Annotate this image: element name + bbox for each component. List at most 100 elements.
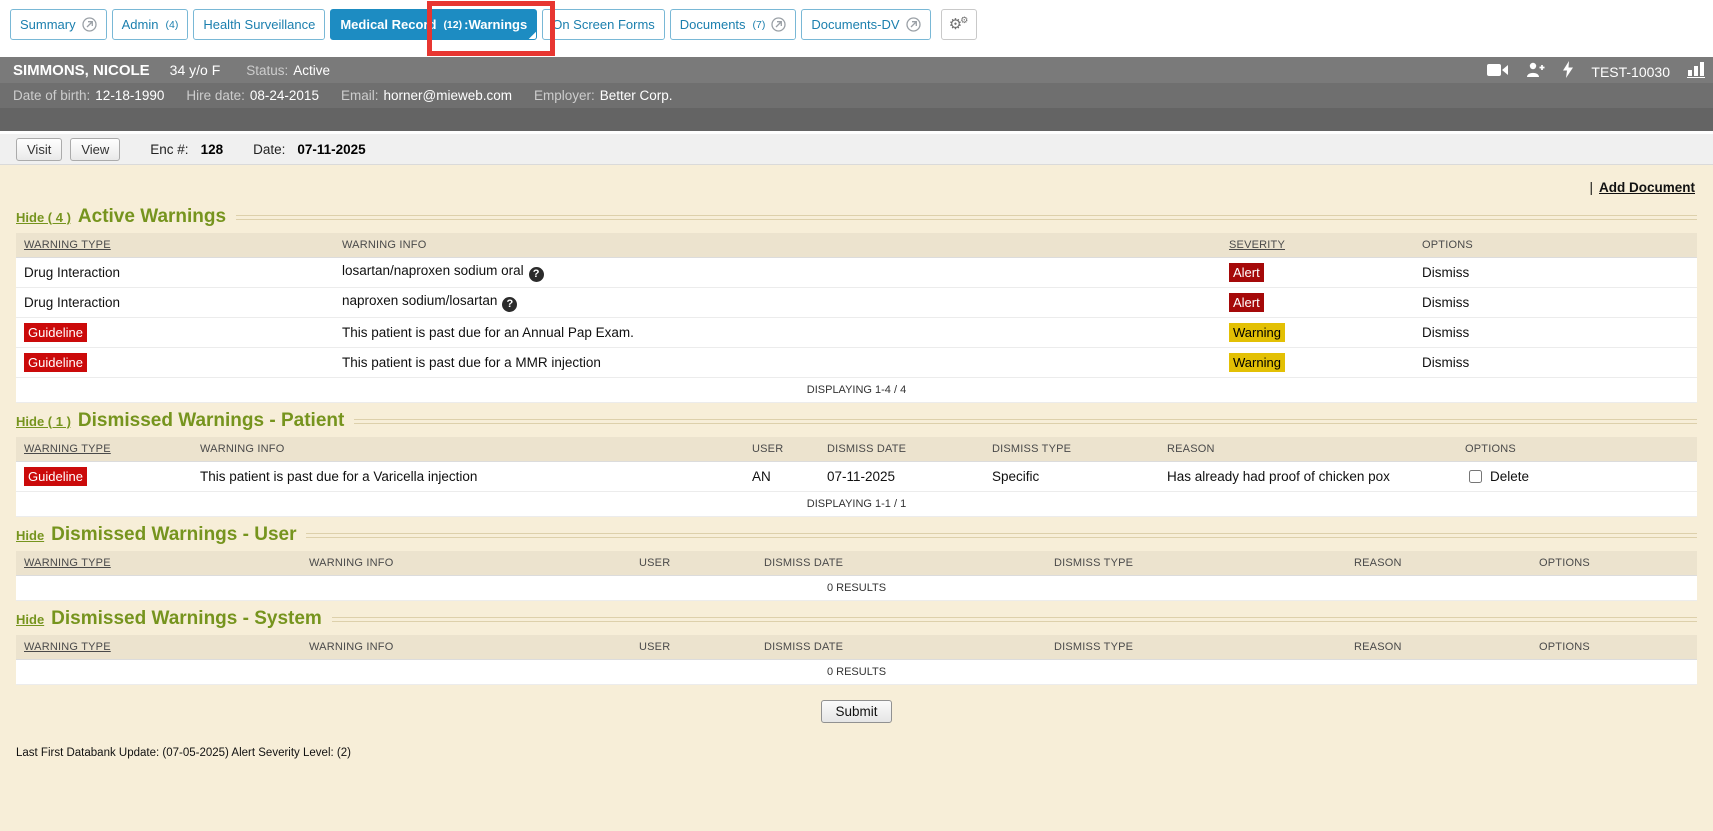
severity-cell: Warning [1221,318,1414,348]
empty-results-row: 0 RESULTS [16,660,1697,685]
results-count: 0 RESULTS [16,660,1697,685]
add-document-row: | Add Document [16,165,1697,199]
user-cell: AN [744,462,819,492]
lightning-icon[interactable] [1562,61,1574,83]
table-row: Drug Interaction naproxen sodium/losarta… [16,288,1697,318]
tab-documents-dv[interactable]: Documents-DV [801,9,930,40]
column-header-warning-type[interactable]: WARNING TYPE [16,635,301,660]
column-header-options: OPTIONS [1414,233,1697,258]
column-header-warning-type[interactable]: WARNING TYPE [16,437,192,462]
tab-health-surveillance[interactable]: Health Surveillance [193,9,325,40]
hire-date-value: 08-24-2015 [250,88,319,103]
visit-date-label: Date: [253,142,285,157]
column-header-severity[interactable]: SEVERITY [1221,233,1414,258]
bar-chart-icon[interactable] [1687,61,1707,83]
column-header-dismiss-date: DISMISS DATE [756,551,1046,576]
patient-header-icons: TEST-10030 [1487,61,1707,83]
column-header-warning-info: WARNING INFO [334,233,1221,258]
column-header-user: USER [631,635,756,660]
header-rule [236,215,1697,220]
hide-dismissed-system-link[interactable]: Hide [16,612,44,627]
severity-badge-warning: Warning [1229,323,1285,342]
separator: | [1589,180,1593,195]
column-header-warning-info: WARNING INFO [301,635,631,660]
encounter-label: Enc #: [150,142,188,157]
section-title: Dismissed Warnings - System [51,608,322,630]
submit-row: Submit [16,700,1697,723]
email-label: Email: [341,88,379,103]
warning-info-cell: naproxen sodium/losartan? [334,288,1221,318]
section-header: Hide ( 1 ) Dismissed Warnings - Patient [16,410,1697,432]
displaying-count: DISPLAYING 1-1 / 1 [16,492,1697,517]
external-link-circle-icon [82,17,97,32]
section-header: Hide Dismissed Warnings - System [16,608,1697,630]
section-dismissed-warnings-patient: Hide ( 1 ) Dismissed Warnings - Patient … [16,410,1697,517]
tab-summary[interactable]: Summary [10,9,107,40]
patient-header-row-1: SIMMONS, NICOLE 34 y/o F Status: Active [0,57,1713,83]
header-rule [354,419,1697,424]
displaying-count: DISPLAYING 1-4 / 4 [16,378,1697,403]
dismiss-link[interactable]: Dismiss [1422,355,1469,370]
column-header-user: USER [631,551,756,576]
column-header-options: OPTIONS [1531,635,1697,660]
delete-checkbox[interactable] [1469,470,1482,483]
hire-date-label: Hire date: [186,88,245,103]
databank-update-note: Last First Databank Update: (07-05-2025)… [16,747,1697,759]
column-header-warning-info: WARNING INFO [301,551,631,576]
results-count: 0 RESULTS [16,576,1697,601]
table-header-row: WARNING TYPE WARNING INFO SEVERITY OPTIO… [16,233,1697,258]
tab-admin-label: Admin [122,17,159,32]
add-document-link[interactable]: Add Document [1599,180,1695,195]
tab-summary-label: Summary [20,17,76,32]
add-person-icon[interactable] [1526,62,1545,82]
table-row: Guideline This patient is past due for a… [16,348,1697,378]
hide-dismissed-user-link[interactable]: Hide [16,528,44,543]
table-row: Guideline This patient is past due for a… [16,462,1697,492]
patient-header-row-2: Date of birth: 12-18-1990 Hire date: 08-… [0,83,1713,108]
settings-button[interactable]: ⚙ ⚙ [941,9,977,40]
question-mark-icon[interactable]: ? [529,267,544,282]
submit-button[interactable]: Submit [821,700,891,723]
dismiss-type-cell: Specific [984,462,1159,492]
header-rule [332,617,1697,622]
severity-badge-alert: Alert [1229,263,1264,282]
employer-label: Employer: [534,88,595,103]
tab-medical-record-count: (12) [443,19,462,31]
tab-on-screen-forms-label: On Screen Forms [552,17,655,32]
warning-info-cell: This patient is past due for an Annual P… [334,318,1221,348]
guideline-badge: Guideline [24,323,87,342]
section-title: Active Warnings [78,206,226,228]
dismissed-system-table: WARNING TYPE WARNING INFO USER DISMISS D… [16,635,1697,685]
external-link-circle-icon [906,17,921,32]
severity-cell: Alert [1221,288,1414,318]
empty-results-row: 0 RESULTS [16,576,1697,601]
hide-dismissed-patient-link[interactable]: Hide ( 1 ) [16,414,71,429]
visit-date-value: 07-11-2025 [297,142,365,157]
dob-label: Date of birth: [13,88,90,103]
tab-medical-record-warnings[interactable]: Medical Record (12) :Warnings [330,9,537,40]
options-cell: Dismiss [1414,288,1697,318]
column-header-dismiss-type: DISMISS TYPE [1046,635,1346,660]
column-header-warning-type[interactable]: WARNING TYPE [16,551,301,576]
hide-active-warnings-link[interactable]: Hide ( 4 ) [16,210,71,225]
options-cell: Dismiss [1414,258,1697,288]
warning-type-cell: Guideline [16,348,334,378]
dismiss-link[interactable]: Dismiss [1422,265,1469,280]
section-header: Hide Dismissed Warnings - User [16,524,1697,546]
column-header-user: USER [744,437,819,462]
warning-type-cell: Guideline [16,318,334,348]
table-pagination-row: DISPLAYING 1-4 / 4 [16,378,1697,403]
dismiss-link[interactable]: Dismiss [1422,325,1469,340]
dismiss-link[interactable]: Dismiss [1422,295,1469,310]
video-camera-icon[interactable] [1487,63,1509,82]
table-pagination-row: DISPLAYING 1-1 / 1 [16,492,1697,517]
section-dismissed-warnings-user: Hide Dismissed Warnings - User WARNING T… [16,524,1697,601]
view-button[interactable]: View [70,138,120,161]
tab-on-screen-forms[interactable]: On Screen Forms [542,9,665,40]
column-header-warning-type[interactable]: WARNING TYPE [16,233,334,258]
encounter-value: 128 [201,142,224,157]
visit-button[interactable]: Visit [16,138,62,161]
question-mark-icon[interactable]: ? [502,297,517,312]
tab-documents[interactable]: Documents (7) [670,9,797,40]
tab-admin[interactable]: Admin (4) [112,9,189,40]
